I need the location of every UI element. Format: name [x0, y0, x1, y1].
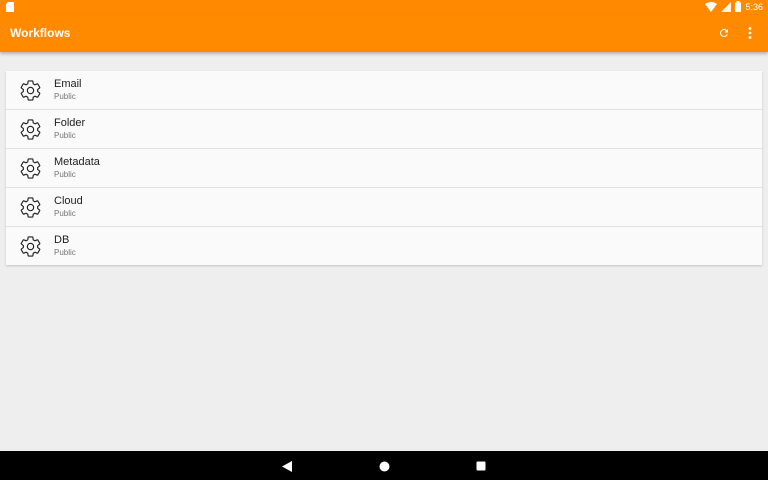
gear-icon: [20, 197, 41, 218]
home-icon: [379, 461, 389, 471]
refresh-button[interactable]: [715, 24, 733, 42]
item-subtitle: Public: [54, 248, 76, 257]
gear-icon: [20, 80, 41, 101]
item-title: Metadata: [54, 156, 100, 168]
status-icons: 5:36: [705, 1, 763, 14]
back-button[interactable]: [279, 458, 295, 474]
gear-icon: [20, 158, 41, 179]
item-subtitle: Public: [54, 131, 76, 140]
wifi-icon: [705, 1, 718, 14]
item-title: DB: [54, 234, 70, 246]
gear-icon: [20, 236, 41, 257]
more-vert-icon: [748, 27, 752, 39]
battery-icon: [735, 1, 742, 14]
item-subtitle: Public: [54, 209, 76, 218]
item-subtitle: Public: [54, 170, 76, 179]
cell-signal-icon: [721, 1, 732, 14]
back-icon: [282, 460, 292, 472]
item-subtitle: Public: [54, 92, 76, 101]
gear-icon: [20, 119, 41, 140]
app-bar: Workflows: [0, 15, 768, 52]
sd-card-icon: [6, 2, 16, 13]
list-item-folder[interactable]: Folder Public: [6, 110, 762, 149]
workflows-screen: 5:36 Workflows Email Public Folder Publi…: [0, 0, 768, 480]
refresh-icon: [719, 28, 728, 37]
navigation-bar: [0, 451, 768, 480]
item-title: Email: [54, 78, 82, 90]
list-item-db[interactable]: DB Public: [6, 227, 762, 265]
list-item-metadata[interactable]: Metadata Public: [6, 149, 762, 188]
recents-icon: [476, 461, 486, 471]
item-title: Cloud: [54, 195, 83, 207]
recents-button[interactable]: [473, 458, 489, 474]
list-item-cloud[interactable]: Cloud Public: [6, 188, 762, 227]
app-title: Workflows: [10, 26, 71, 40]
status-bar: 5:36: [0, 0, 768, 15]
workflow-list: Email Public Folder Public Metadata Publ…: [6, 71, 762, 265]
home-button[interactable]: [376, 458, 392, 474]
more-options-button[interactable]: [741, 24, 759, 42]
list-item-email[interactable]: Email Public: [6, 71, 762, 110]
item-title: Folder: [54, 117, 86, 129]
status-time: 5:36: [745, 2, 763, 12]
